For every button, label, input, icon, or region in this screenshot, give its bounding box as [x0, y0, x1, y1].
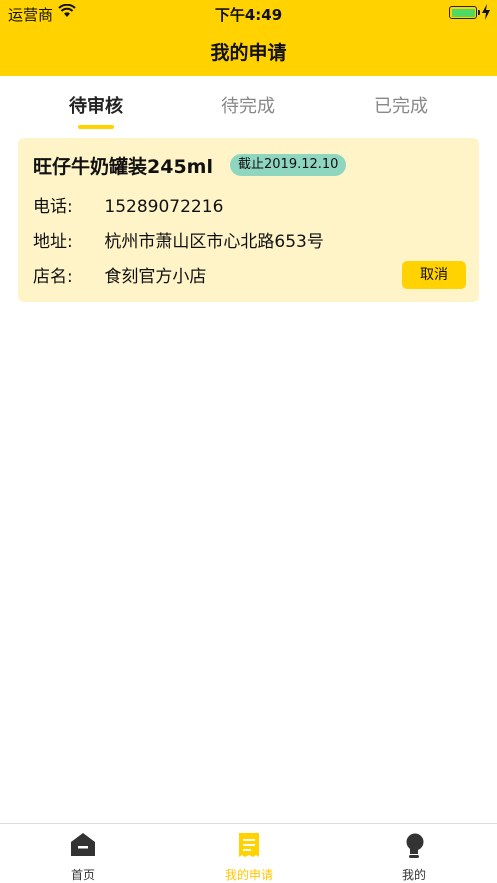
tabbar-my-applications[interactable]: 我的申请	[166, 824, 332, 883]
phone-row: 电话: 15289072216	[33, 192, 223, 217]
product-name: 旺仔牛奶罐装245ml	[33, 156, 213, 178]
tabbar-profile[interactable]: 我的	[331, 824, 497, 883]
deadline-badge: 截止2019.12.10	[230, 154, 347, 176]
tab-pending-completion[interactable]: 待完成	[165, 92, 331, 118]
status-tabs: 待审核 待完成 已完成	[0, 76, 497, 136]
application-card: 旺仔牛奶罐装245ml 截止2019.12.10 电话: 15289072216…	[18, 138, 479, 302]
charging-icon	[482, 4, 490, 20]
cancel-button[interactable]: 取消	[402, 261, 466, 289]
active-tab-indicator	[78, 125, 114, 129]
tabbar-home-label: 首页	[70, 868, 95, 882]
battery-icon	[449, 6, 480, 19]
home-icon	[71, 833, 95, 856]
tab-completed[interactable]: 已完成	[318, 92, 484, 118]
shop-value: 食刻官方小店	[104, 267, 207, 287]
tabbar-profile-label: 我的	[401, 868, 426, 882]
tabbar-home[interactable]: 首页	[0, 824, 166, 883]
tab-pending-review[interactable]: 待审核	[13, 92, 179, 118]
nav-bar: 我的申请	[0, 26, 497, 76]
address-row: 地址: 杭州市萧山区市心北路653号	[33, 227, 324, 252]
bottom-tab-bar: 首页 我的申请 我的	[0, 823, 497, 883]
phone-label: 电话:	[33, 197, 73, 217]
address-value: 杭州市萧山区市心北路653号	[104, 232, 324, 252]
page-title: 我的申请	[210, 42, 287, 64]
shop-label: 店名:	[33, 267, 73, 287]
profile-icon	[406, 833, 424, 858]
tabbar-my-applications-label: 我的申请	[224, 868, 273, 882]
status-bar: 运营商 下午4:49	[0, 0, 497, 26]
clock: 下午4:49	[214, 6, 283, 24]
phone-value: 15289072216	[104, 197, 224, 217]
shop-row: 店名: 食刻官方小店	[33, 262, 206, 287]
address-label: 地址:	[33, 232, 73, 252]
receipt-icon	[239, 833, 259, 857]
